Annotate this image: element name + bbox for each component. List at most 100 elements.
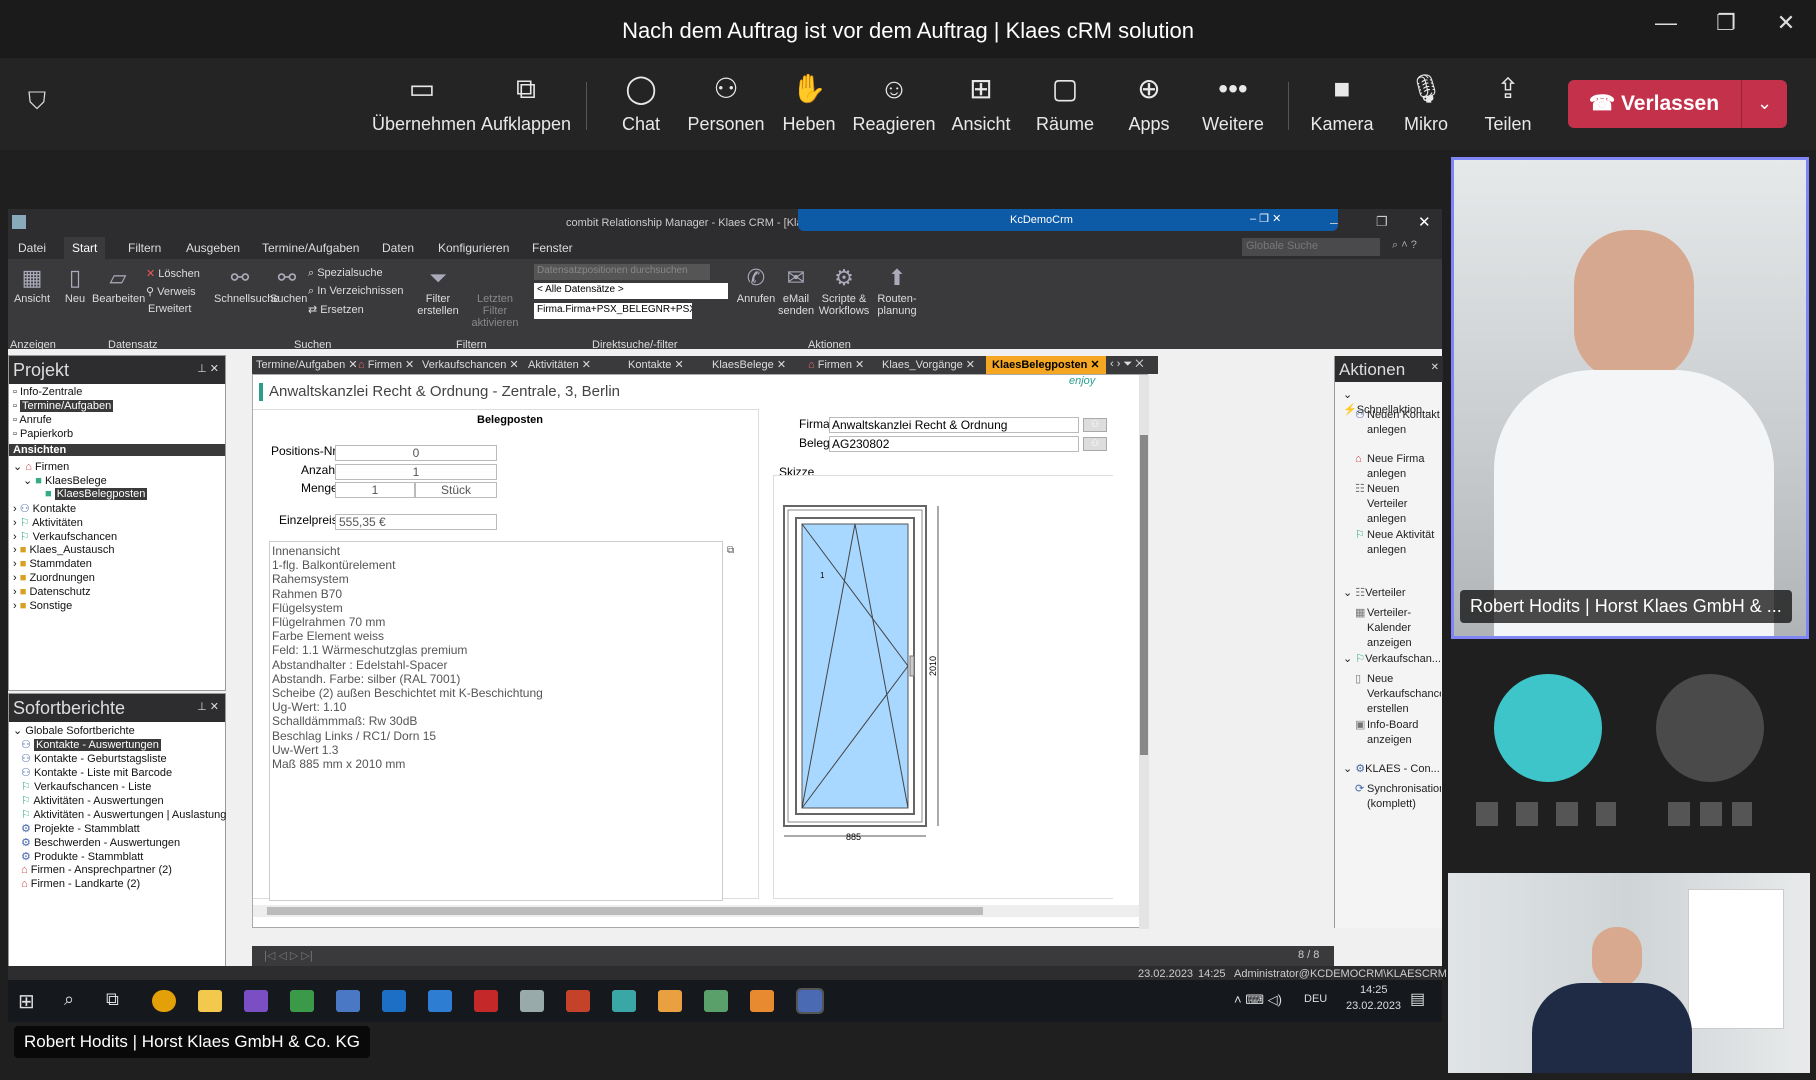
maximize-icon[interactable]: ❐ bbox=[1706, 10, 1746, 36]
menu-datei[interactable]: Datei bbox=[18, 241, 46, 255]
tree-item[interactable]: › ⚐ Verkaufschancen bbox=[13, 530, 117, 543]
chevron-down-icon[interactable]: ⌄ bbox=[1741, 80, 1787, 128]
powerpoint-icon[interactable] bbox=[566, 990, 590, 1012]
people-button[interactable]: ⚇ Personen bbox=[686, 72, 766, 135]
tree-item[interactable]: › ■ Stammdaten bbox=[13, 558, 92, 570]
tab-firmen[interactable]: ⌂ Firmen ✕ bbox=[358, 358, 414, 371]
section-header[interactable]: ⌄ ⚐Verkaufschan... bbox=[1343, 652, 1441, 667]
nav-buttons[interactable]: |◁ ◁ ▷ ▷| bbox=[264, 949, 313, 962]
menu-konfigurieren[interactable]: Konfigurieren bbox=[438, 241, 509, 255]
app-icon[interactable] bbox=[750, 990, 774, 1012]
tree-item[interactable]: › ⚇ Kontakte bbox=[13, 502, 76, 515]
tree-item[interactable]: › ■ Zuordnungen bbox=[13, 572, 95, 584]
language-indicator[interactable]: DEU bbox=[1304, 993, 1327, 1005]
share-button[interactable]: ⇪ Teilen bbox=[1476, 72, 1540, 135]
horizontal-scrollbar[interactable] bbox=[253, 905, 1139, 917]
participant-video-presenter[interactable] bbox=[1448, 873, 1810, 1073]
participant-avatar[interactable] bbox=[1494, 674, 1602, 782]
app-icon[interactable] bbox=[612, 990, 636, 1012]
windows-start-icon[interactable]: ⊞ bbox=[18, 989, 35, 1014]
section-header[interactable]: ⌄ ☷Verteiler bbox=[1343, 586, 1406, 601]
tray-icons[interactable]: ˄ ⌨ ◁) bbox=[1234, 992, 1282, 1008]
ansicht-button[interactable]: ▦ Ansicht bbox=[12, 263, 52, 305]
schnellsuche-button[interactable]: ⚯ Schnellsuche bbox=[214, 263, 279, 305]
scroll-thumb[interactable] bbox=[267, 907, 983, 915]
view-button[interactable]: ⊞ Ansicht bbox=[946, 72, 1016, 135]
section-header[interactable]: ⌄ ⚙KLAES - Con... bbox=[1343, 762, 1440, 777]
letzten-filter-button[interactable]: Letzten Filter aktivieren bbox=[464, 263, 526, 329]
tree-item[interactable]: › ■ Klaes_Austausch bbox=[13, 544, 114, 556]
tab-termine[interactable]: Termine/Aufgaben ✕ bbox=[256, 358, 358, 371]
tree-item[interactable]: ⌄ Globale Sofortberichte bbox=[13, 724, 135, 737]
action-item[interactable]: ⚐ Neue Aktivität anlegen bbox=[1355, 528, 1441, 558]
beleg-input[interactable]: AG230802 bbox=[829, 436, 1079, 452]
datensatz-select[interactable]: < Alle Datensätze > bbox=[534, 283, 728, 299]
vertical-scrollbar[interactable] bbox=[1139, 375, 1149, 929]
close-icon[interactable]: ⊥ ✕ bbox=[197, 700, 219, 713]
lookup-icon[interactable]: ⚇ bbox=[1083, 418, 1107, 432]
close-icon[interactable]: ✕ bbox=[1418, 213, 1431, 231]
menu-start[interactable]: Start bbox=[64, 237, 106, 259]
list-item[interactable]: ▫ Anrufe bbox=[13, 414, 52, 426]
task-view-icon[interactable]: ⧉ bbox=[106, 989, 119, 1010]
crm-taskbar-icon[interactable] bbox=[796, 988, 824, 1014]
participant-avatar[interactable] bbox=[1656, 674, 1764, 782]
tab-firmen-2[interactable]: ⌂ Firmen ✕ bbox=[808, 358, 864, 371]
visual-studio-icon[interactable] bbox=[244, 990, 268, 1012]
tree-item[interactable]: ⌄ ⌂ Firmen bbox=[13, 460, 69, 473]
loeschen-button[interactable]: ✕ Löschen bbox=[146, 267, 200, 280]
pop-out-button[interactable]: ⧉ Aufklappen bbox=[478, 72, 574, 135]
tree-item[interactable]: ⌄ ■ KlaesBelege bbox=[23, 474, 107, 487]
rooms-button[interactable]: ▢ Räume bbox=[1030, 72, 1100, 135]
close-icon[interactable]: ✕ bbox=[1766, 10, 1806, 36]
app-icon[interactable] bbox=[336, 990, 360, 1012]
app-icon[interactable] bbox=[474, 990, 498, 1012]
app-icon[interactable] bbox=[520, 990, 544, 1012]
verweis-button[interactable]: ⚲ Verweis bbox=[146, 285, 196, 298]
tab-scroll-icon[interactable]: ‹ › ⏷ ✕ bbox=[1110, 358, 1144, 371]
outlook-icon[interactable] bbox=[382, 990, 406, 1012]
report-item[interactable]: ⚙ Beschwerden - Auswertungen bbox=[21, 836, 180, 849]
suchen-button[interactable]: ⚯ Suchen bbox=[270, 263, 307, 305]
report-item[interactable]: ⚇ Kontakte - Liste mit Barcode bbox=[21, 766, 172, 779]
excel-icon[interactable] bbox=[290, 990, 314, 1012]
action-item[interactable]: ▯ Neue Verkaufschance erstellen bbox=[1355, 672, 1441, 717]
report-item[interactable]: ⚙ Projekte - Stammblatt bbox=[21, 822, 140, 835]
minimize-icon[interactable]: — bbox=[1646, 10, 1686, 36]
camera-button[interactable]: ■ Kamera bbox=[1306, 72, 1378, 135]
notes-textarea[interactable]: Innenansicht 1-flg. Balkontürelement Rahem… bbox=[269, 541, 723, 901]
filter-erstellen-button[interactable]: ⏷ Filter erstellen bbox=[416, 263, 460, 317]
action-item[interactable]: ⟳ Synchronisation (komplett) bbox=[1355, 782, 1441, 812]
action-item[interactable]: ☷ Neuen Verteiler anlegen bbox=[1355, 482, 1441, 527]
minimize-icon[interactable]: – bbox=[1330, 214, 1338, 230]
direktsuche-input[interactable]: Datensatzpositionen durchsuchen bbox=[534, 264, 710, 280]
tab-aktivitaeten[interactable]: Aktivitäten ✕ bbox=[528, 358, 591, 371]
react-button[interactable]: ☺ Reagieren bbox=[852, 72, 936, 135]
report-item[interactable]: ⚐ Verkaufschancen - Liste bbox=[21, 780, 151, 793]
report-item[interactable]: ⌂ Firmen - Landkarte (2) bbox=[21, 878, 140, 890]
ersetzen-button[interactable]: ⇄ Ersetzen bbox=[308, 303, 364, 316]
leave-main[interactable]: ☎ Verlassen bbox=[1568, 80, 1740, 128]
tab-kontakte[interactable]: Kontakte ✕ bbox=[628, 358, 684, 371]
pos-input[interactable]: 0 bbox=[335, 445, 497, 461]
report-item[interactable]: ⚇ Kontakte - Auswertungen bbox=[21, 738, 161, 751]
action-item[interactable]: ⌂ Neue Firma anlegen bbox=[1355, 452, 1441, 482]
routen-button[interactable]: ⬆ Routen- planung bbox=[872, 263, 922, 317]
chrome-icon[interactable] bbox=[152, 990, 176, 1012]
menu-filtern[interactable]: Filtern bbox=[128, 241, 161, 255]
scroll-thumb[interactable] bbox=[1140, 435, 1148, 755]
more-button[interactable]: ••• Weitere bbox=[1196, 72, 1270, 135]
firma-input[interactable]: Anwaltskanzlei Recht & Ordnung bbox=[829, 417, 1079, 433]
preis-input[interactable]: 555,35 € bbox=[335, 514, 497, 530]
action-item[interactable]: ⚇ Neuen Kontakt anlegen bbox=[1355, 408, 1441, 438]
feld-select[interactable]: Firma.Firma+PSX_BELEGNR+PSX_I bbox=[534, 303, 692, 319]
mic-button[interactable]: 🎙 Mikro bbox=[1394, 72, 1458, 135]
action-item[interactable]: ▣ Info-Board anzeigen bbox=[1355, 718, 1441, 748]
action-item[interactable]: ▦ Verteiler-Kalender anzeigen bbox=[1355, 606, 1441, 651]
erweitert-button[interactable]: Erweitert bbox=[148, 303, 191, 315]
participant-video-main[interactable]: Robert Hodits | Horst Klaes GmbH & ... bbox=[1451, 157, 1809, 639]
tab-verkaufschancen[interactable]: Verkaufschancen ✕ bbox=[422, 358, 519, 371]
tree-item[interactable]: › ■ Sonstige bbox=[13, 600, 72, 612]
tab-klaesbelegposten[interactable]: KlaesBelegposten ✕ bbox=[986, 356, 1106, 374]
in-verzeichnissen-button[interactable]: ⌕ In Verzeichnissen bbox=[308, 285, 403, 298]
